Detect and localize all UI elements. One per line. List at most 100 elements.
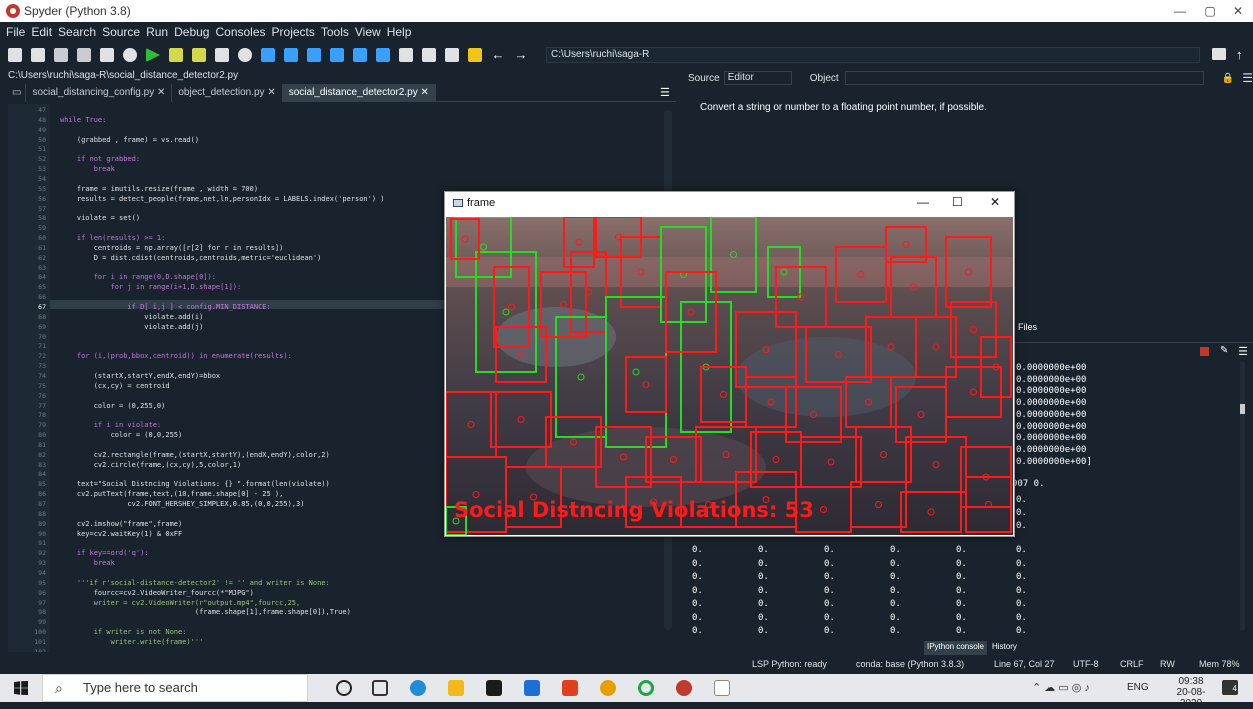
spyder-logo-icon bbox=[6, 4, 20, 18]
menu-help[interactable]: Help bbox=[387, 25, 412, 39]
code-line: cv2.FONT_HERSHEY_SIMPLEX,0.85,(0,0,255),… bbox=[60, 500, 305, 508]
console-options-icon[interactable]: ☰ bbox=[1238, 345, 1248, 358]
console-output-cell: 0. bbox=[692, 545, 703, 555]
console-output-cell: 0. bbox=[758, 612, 769, 623]
console-output-cell: 0. bbox=[1016, 495, 1027, 505]
back-arrow-icon[interactable]: ← bbox=[491, 48, 505, 62]
clear-console-icon[interactable]: ✎ bbox=[1220, 345, 1228, 356]
file-explorer-icon[interactable] bbox=[448, 680, 464, 696]
console-output-cell: 0. bbox=[824, 545, 835, 555]
stop-kernel-icon[interactable] bbox=[1200, 347, 1209, 356]
frame-window[interactable]: frame — ☐ ✕ Social Distncing Violations:… bbox=[444, 191, 1015, 537]
menu-bar: File Edit Search Source Run Debug Consol… bbox=[0, 22, 1253, 42]
line-number: 84 bbox=[38, 470, 46, 479]
cortana-icon[interactable] bbox=[336, 680, 352, 696]
line-number: 52 bbox=[38, 155, 46, 164]
tab-history[interactable]: History bbox=[989, 641, 1020, 655]
menu-source[interactable]: Source bbox=[102, 25, 140, 39]
console-output-cell: 0. bbox=[956, 572, 967, 582]
frame-maximize-button[interactable]: ☐ bbox=[952, 195, 963, 209]
rw-status: RW bbox=[1160, 659, 1175, 669]
maximize-pane-icon[interactable] bbox=[399, 48, 413, 62]
step-into-icon[interactable] bbox=[307, 48, 321, 62]
parent-dir-arrow-icon[interactable]: ↑ bbox=[1236, 47, 1243, 62]
line-number: 74 bbox=[38, 371, 46, 380]
step-return-icon[interactable] bbox=[330, 48, 344, 62]
run-cell-icon[interactable] bbox=[169, 48, 183, 62]
run-cell-advance-icon[interactable] bbox=[192, 48, 206, 62]
python-path-icon[interactable] bbox=[468, 48, 482, 62]
tab-object-detection[interactable]: object_detection.py ✕ bbox=[172, 84, 283, 102]
menu-view[interactable]: View bbox=[355, 25, 381, 39]
console-output-cell: 0. bbox=[692, 626, 703, 636]
list-icon[interactable] bbox=[100, 48, 114, 62]
blank-app-icon[interactable] bbox=[714, 680, 730, 696]
console-output-line: 0.0000000e+00 bbox=[1016, 421, 1087, 432]
code-line: writer.write(frame)''' bbox=[60, 637, 204, 646]
menu-debug[interactable]: Debug bbox=[174, 25, 209, 39]
tab-ipython-console[interactable]: IPython console bbox=[924, 641, 987, 655]
line-number: 98 bbox=[38, 608, 46, 617]
at-icon[interactable] bbox=[123, 48, 137, 62]
step-icon[interactable] bbox=[284, 48, 298, 62]
clock[interactable]: 09:38 20-08-2020 bbox=[1168, 676, 1214, 709]
stop-debug-icon[interactable] bbox=[376, 48, 390, 62]
line-number: 71 bbox=[38, 342, 46, 351]
menu-search[interactable]: Search bbox=[58, 25, 96, 39]
fullscreen-icon[interactable] bbox=[422, 48, 436, 62]
line-number: 63 bbox=[38, 263, 46, 272]
save-all-icon[interactable] bbox=[77, 48, 91, 62]
open-file-icon[interactable] bbox=[31, 48, 45, 62]
help-source-label: Source bbox=[688, 72, 720, 84]
close-button[interactable]: ✕ bbox=[1218, 0, 1253, 22]
preferences-icon[interactable] bbox=[445, 48, 459, 62]
frame-minimize-button[interactable]: — bbox=[917, 195, 929, 209]
code-line: (startX,startY,endX,endY)=bbox bbox=[60, 371, 221, 380]
mail-icon[interactable] bbox=[524, 680, 540, 696]
edge-icon[interactable] bbox=[410, 680, 426, 696]
task-view-icon[interactable] bbox=[372, 680, 388, 696]
browse-folder-icon[interactable] bbox=[1212, 48, 1226, 60]
frame-close-button[interactable]: ✕ bbox=[990, 195, 1000, 209]
help-source-select[interactable]: Editor bbox=[723, 71, 792, 85]
menu-consoles[interactable]: Consoles bbox=[215, 25, 265, 39]
tab-social-distancing-config[interactable]: social_distancing_config.py ✕ bbox=[26, 84, 173, 102]
run-selection-icon[interactable] bbox=[215, 48, 229, 62]
menu-tools[interactable]: Tools bbox=[321, 25, 349, 39]
editor-options-icon[interactable]: ☰ bbox=[660, 86, 670, 99]
menu-projects[interactable]: Projects bbox=[272, 25, 315, 39]
line-number: 54 bbox=[38, 174, 46, 183]
tab-social-distance-detector2[interactable]: social_distance_detector2.py ✕ bbox=[282, 84, 436, 102]
chrome-icon[interactable] bbox=[600, 680, 616, 696]
menu-file[interactable]: File bbox=[6, 25, 25, 39]
continue-icon[interactable] bbox=[353, 48, 367, 62]
notification-icon[interactable]: 4 bbox=[1222, 680, 1238, 695]
help-options-icon[interactable]: ☰ bbox=[1242, 71, 1253, 85]
browse-tabs-icon[interactable]: ▭ bbox=[8, 84, 27, 102]
code-line: cv2.putText(frame,text,(10,frame.shape[0… bbox=[60, 490, 284, 499]
tab-files[interactable]: Files bbox=[1018, 322, 1037, 332]
code-line: writer = cv2.VideoWriter(r"output.mp4",f… bbox=[60, 598, 301, 607]
lock-icon[interactable]: 🔒 bbox=[1222, 73, 1234, 84]
console-output-cell: 0. bbox=[956, 612, 967, 623]
save-icon[interactable] bbox=[54, 48, 68, 62]
forward-arrow-icon[interactable]: → bbox=[514, 48, 528, 62]
taskbar-search-input[interactable]: ⌕ Type here to search bbox=[42, 674, 308, 702]
spyder-taskbar-icon[interactable] bbox=[676, 680, 692, 696]
working-directory-input[interactable]: C:\Users\ruchi\saga-R bbox=[546, 47, 1200, 63]
anaconda-icon[interactable] bbox=[638, 680, 654, 696]
help-object-input[interactable] bbox=[844, 71, 1204, 85]
tray-icons[interactable]: ⌃ ☁ ▭ ◎ ♪ bbox=[1032, 681, 1090, 694]
menu-run[interactable]: Run bbox=[146, 25, 168, 39]
store-icon[interactable] bbox=[486, 680, 502, 696]
console-output-cell: 0. bbox=[1016, 521, 1027, 531]
new-file-icon[interactable] bbox=[8, 48, 22, 62]
rerun-icon[interactable] bbox=[238, 48, 252, 62]
office-icon[interactable] bbox=[562, 680, 578, 696]
console-output-line: 0.0000000e+00 bbox=[1016, 363, 1087, 373]
debug-icon[interactable] bbox=[261, 48, 275, 62]
language-indicator[interactable]: ENG bbox=[1127, 682, 1149, 693]
run-icon[interactable] bbox=[146, 48, 160, 62]
menu-edit[interactable]: Edit bbox=[31, 25, 52, 39]
console-scrollbar[interactable] bbox=[1240, 362, 1245, 630]
